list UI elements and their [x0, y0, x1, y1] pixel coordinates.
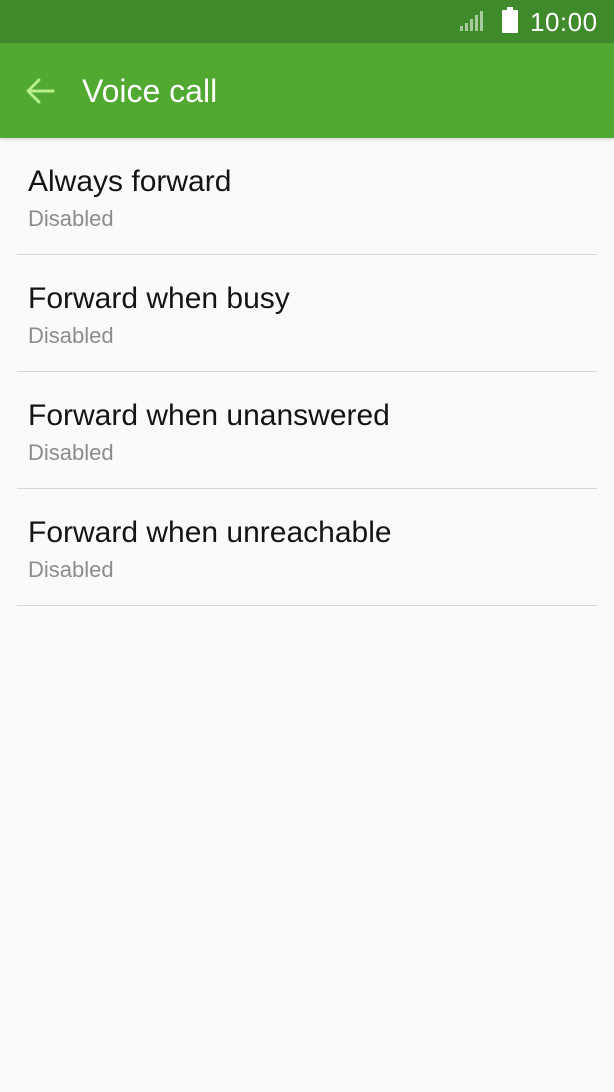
setting-title: Always forward — [28, 165, 232, 198]
status-bar: 10:00 — [0, 0, 614, 43]
setting-title: Forward when unreachable — [28, 516, 392, 549]
setting-status: Disabled — [28, 206, 114, 231]
setting-status: Disabled — [28, 557, 114, 582]
setting-title: Forward when unanswered — [28, 399, 390, 432]
setting-title: Forward when busy — [28, 282, 290, 315]
page-title: Voice call — [82, 73, 218, 109]
battery-full-icon — [502, 7, 518, 33]
arrow-back-icon — [26, 78, 55, 104]
app-bar: Voice call — [0, 43, 614, 138]
signal-bars-icon — [460, 11, 483, 31]
setting-forward-when-unreachable[interactable]: Forward when unreachable Disabled — [17, 489, 597, 606]
status-clock: 10:00 — [530, 7, 598, 37]
setting-status: Disabled — [28, 440, 114, 465]
setting-forward-when-busy[interactable]: Forward when busy Disabled — [17, 255, 597, 372]
setting-always-forward[interactable]: Always forward Disabled — [17, 138, 597, 255]
setting-status: Disabled — [28, 323, 114, 348]
settings-list: Always forward Disabled Forward when bus… — [0, 138, 614, 606]
back-button[interactable] — [20, 71, 60, 111]
setting-forward-when-unanswered[interactable]: Forward when unanswered Disabled — [17, 372, 597, 489]
